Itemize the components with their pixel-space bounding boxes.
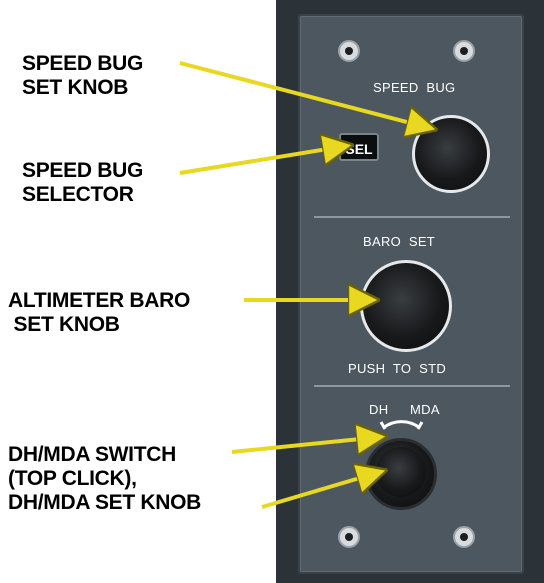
dh-mda-switch-indicator <box>382 420 421 430</box>
arrow-dh-mda-switch <box>231 437 380 452</box>
arrow-speed-bug-set-knob <box>179 61 430 128</box>
callout-arrows <box>179 61 544 509</box>
dh-mda-tick-icon <box>416 421 424 430</box>
dh-mda-tick-icon <box>379 421 387 430</box>
arrow-speed-bug-selector <box>179 146 346 175</box>
arrow-dh-mda-set-knob <box>261 472 380 509</box>
